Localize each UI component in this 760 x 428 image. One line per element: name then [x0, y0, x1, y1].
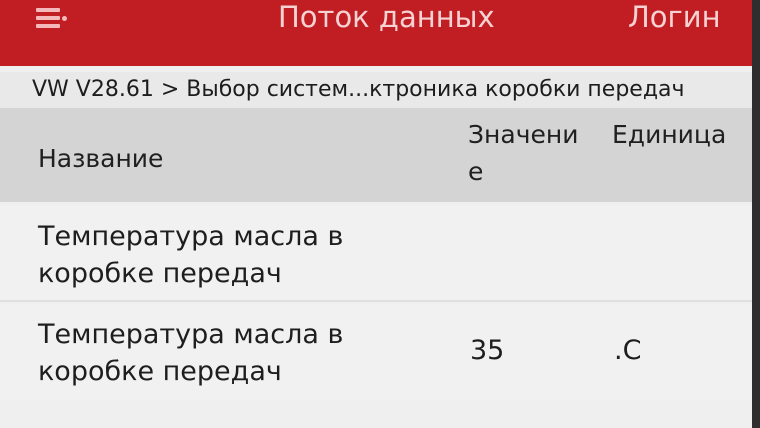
parameter-value: 35 [470, 335, 505, 366]
parameter-name: Температура масла в коробке передач [38, 319, 344, 387]
parameter-unit: .C [614, 335, 642, 366]
login-button[interactable]: Логин [628, 0, 721, 34]
device-bezel [752, 0, 760, 428]
table-row[interactable]: Температура масла в коробке передач 35 .… [0, 304, 752, 400]
page-title: Поток данных [278, 0, 495, 34]
breadcrumb-path[interactable]: VW V28.61 > Выбор систем...ктроника коро… [32, 76, 685, 104]
app-bar: Поток данных Логин [0, 0, 752, 66]
table-header: Название Значение Единица [0, 108, 752, 202]
parameter-name: Температура масла в коробке передач [38, 221, 344, 289]
column-header-unit: Единица [612, 120, 727, 149]
table-row[interactable]: Температура масла в коробке передач [0, 206, 752, 302]
hamburger-menu-icon[interactable] [36, 4, 67, 32]
column-header-value: Значение [468, 120, 579, 186]
breadcrumb: VW V28.61 > Выбор систем...ктроника коро… [0, 72, 752, 108]
column-header-name: Название [38, 144, 164, 173]
row-divider [0, 300, 752, 302]
data-stream-screen: Поток данных Логин VW V28.61 > Выбор сис… [0, 0, 752, 428]
